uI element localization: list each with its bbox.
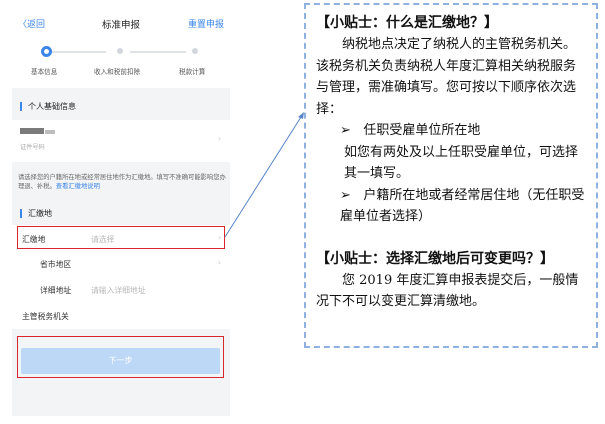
tip-heading-2: 【小贴士：选择汇缴地后可变更吗？】 bbox=[316, 250, 554, 267]
tip-option-1: ➢ 任职受雇单位所在地 bbox=[316, 120, 588, 142]
tip-paragraph-1: 纳税地点决定了纳税人的主管税务机关。该税务机关负责纳税人年度汇算相关纳税服务与管… bbox=[316, 37, 577, 117]
tip-option-2-text: 户籍所在地或者经常居住地（无任职受雇单位者选择） bbox=[340, 187, 585, 225]
tip-option-1-note: 如您有两处及以上任职受雇单位，可选择其一填写。 bbox=[344, 144, 579, 182]
tip-heading-1: 【小贴士：什么是汇缴地？】 bbox=[316, 15, 498, 31]
bullet-arrow-icon: ➢ bbox=[340, 187, 351, 203]
tips-box: 【小贴士：什么是汇缴地？】 纳税地点决定了纳税人的主管税务机关。该税务机关负责纳… bbox=[304, 3, 598, 348]
tip-paragraph-2: 您 2019 年度汇算申报表提交后，一般情况下不可以变更汇算清缴地。 bbox=[316, 272, 579, 310]
bullet-arrow-icon: ➢ bbox=[340, 123, 351, 138]
tip-option-1-text: 任职受雇单位所在地 bbox=[363, 123, 481, 138]
tip-option-2: ➢ 户籍所在地或者经常居住地（无任职受雇单位者选择） bbox=[316, 185, 588, 228]
arrow-line bbox=[224, 116, 302, 238]
